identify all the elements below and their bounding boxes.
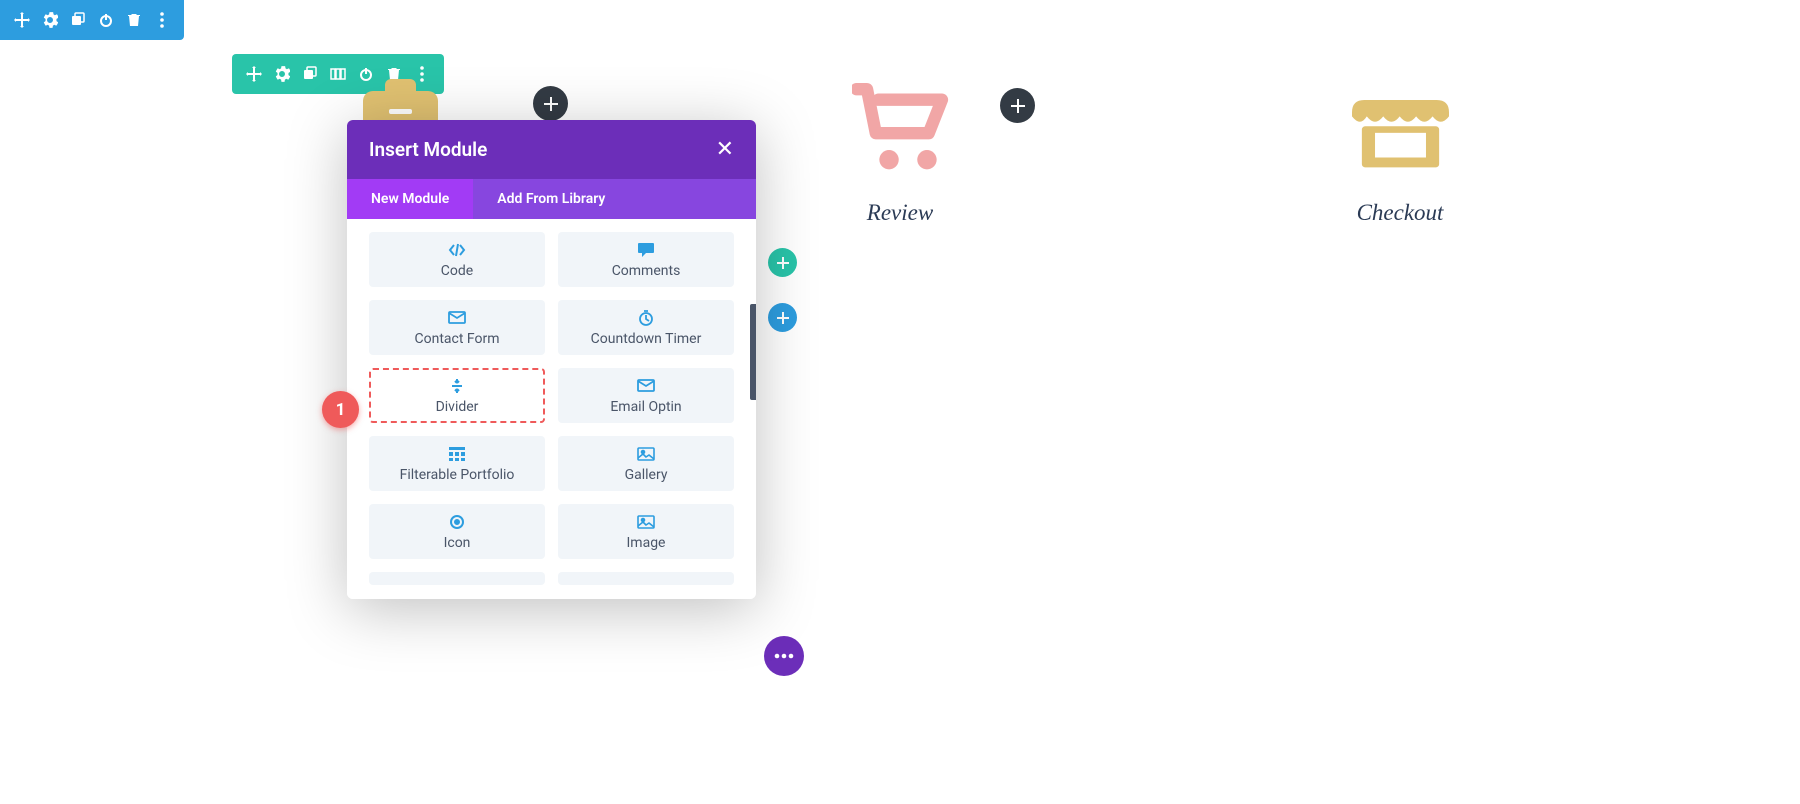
modal-title: Insert Module [369, 138, 487, 161]
module-label: Countdown Timer [591, 331, 702, 347]
scrollbar[interactable] [750, 304, 756, 400]
column-label: Review [867, 200, 933, 226]
module-label: Email Optin [610, 399, 681, 415]
module-icon[interactable]: Icon [369, 504, 545, 559]
image-icon [637, 445, 655, 463]
insert-module-modal: Insert Module ✕ New Module Add From Libr… [347, 120, 756, 599]
module-label: Code [441, 263, 473, 279]
timer-icon [637, 309, 655, 327]
add-row-button[interactable] [768, 248, 797, 277]
grid-icon [448, 445, 466, 463]
mail-icon [637, 377, 655, 395]
module-grid: Code Comments Contact Form Countdown Tim… [369, 219, 734, 585]
module-label: Contact Form [414, 331, 499, 347]
module-label: Divider [436, 399, 479, 415]
module-filterable-portfolio[interactable]: Filterable Portfolio [369, 436, 545, 491]
modal-body: Code Comments Contact Form Countdown Tim… [347, 219, 756, 599]
module-contact-form[interactable]: Contact Form [369, 300, 545, 355]
add-module-button[interactable] [533, 86, 568, 121]
modal-header: Insert Module ✕ [347, 120, 756, 179]
tab-new-module[interactable]: New Module [347, 179, 473, 219]
duplicate-icon[interactable] [66, 10, 90, 30]
add-module-button[interactable] [1000, 88, 1035, 123]
more-icon[interactable] [150, 10, 174, 30]
callout-number: 1 [336, 400, 346, 420]
module-countdown-timer[interactable]: Countdown Timer [558, 300, 734, 355]
page-columns: Shop Review Checkout [0, 79, 1800, 226]
circle-icon [448, 513, 466, 531]
module-gallery[interactable]: Gallery [558, 436, 734, 491]
module-card[interactable] [558, 572, 734, 585]
storefront-icon [1352, 79, 1449, 176]
section-toolbar [0, 0, 184, 40]
module-label: Gallery [625, 467, 668, 483]
module-label: Comments [612, 263, 681, 279]
image-icon [637, 513, 655, 531]
close-icon[interactable]: ✕ [716, 139, 734, 161]
column-label: Checkout [1357, 200, 1444, 226]
cart-icon [852, 79, 949, 176]
module-comments[interactable]: Comments [558, 232, 734, 287]
comments-icon [637, 241, 655, 259]
power-icon[interactable] [94, 10, 118, 30]
move-icon[interactable] [10, 10, 34, 30]
divider-icon [448, 377, 466, 395]
tab-add-from-library[interactable]: Add From Library [473, 179, 629, 219]
expand-settings-button[interactable] [764, 636, 804, 676]
module-label: Filterable Portfolio [400, 467, 515, 483]
module-divider[interactable]: Divider [369, 368, 545, 423]
code-icon [448, 241, 466, 259]
module-code[interactable]: Code [369, 232, 545, 287]
module-email-optin[interactable]: Email Optin [558, 368, 734, 423]
callout-badge: 1 [322, 391, 359, 428]
mail-icon [448, 309, 466, 327]
module-image[interactable]: Image [558, 504, 734, 559]
module-label: Image [627, 535, 666, 551]
add-section-button[interactable] [768, 303, 797, 332]
module-card[interactable] [369, 572, 545, 585]
trash-icon[interactable] [122, 10, 146, 30]
modal-tabs: New Module Add From Library [347, 179, 756, 219]
column-checkout: Checkout [1150, 79, 1650, 226]
gear-icon[interactable] [38, 10, 62, 30]
module-label: Icon [444, 535, 471, 551]
